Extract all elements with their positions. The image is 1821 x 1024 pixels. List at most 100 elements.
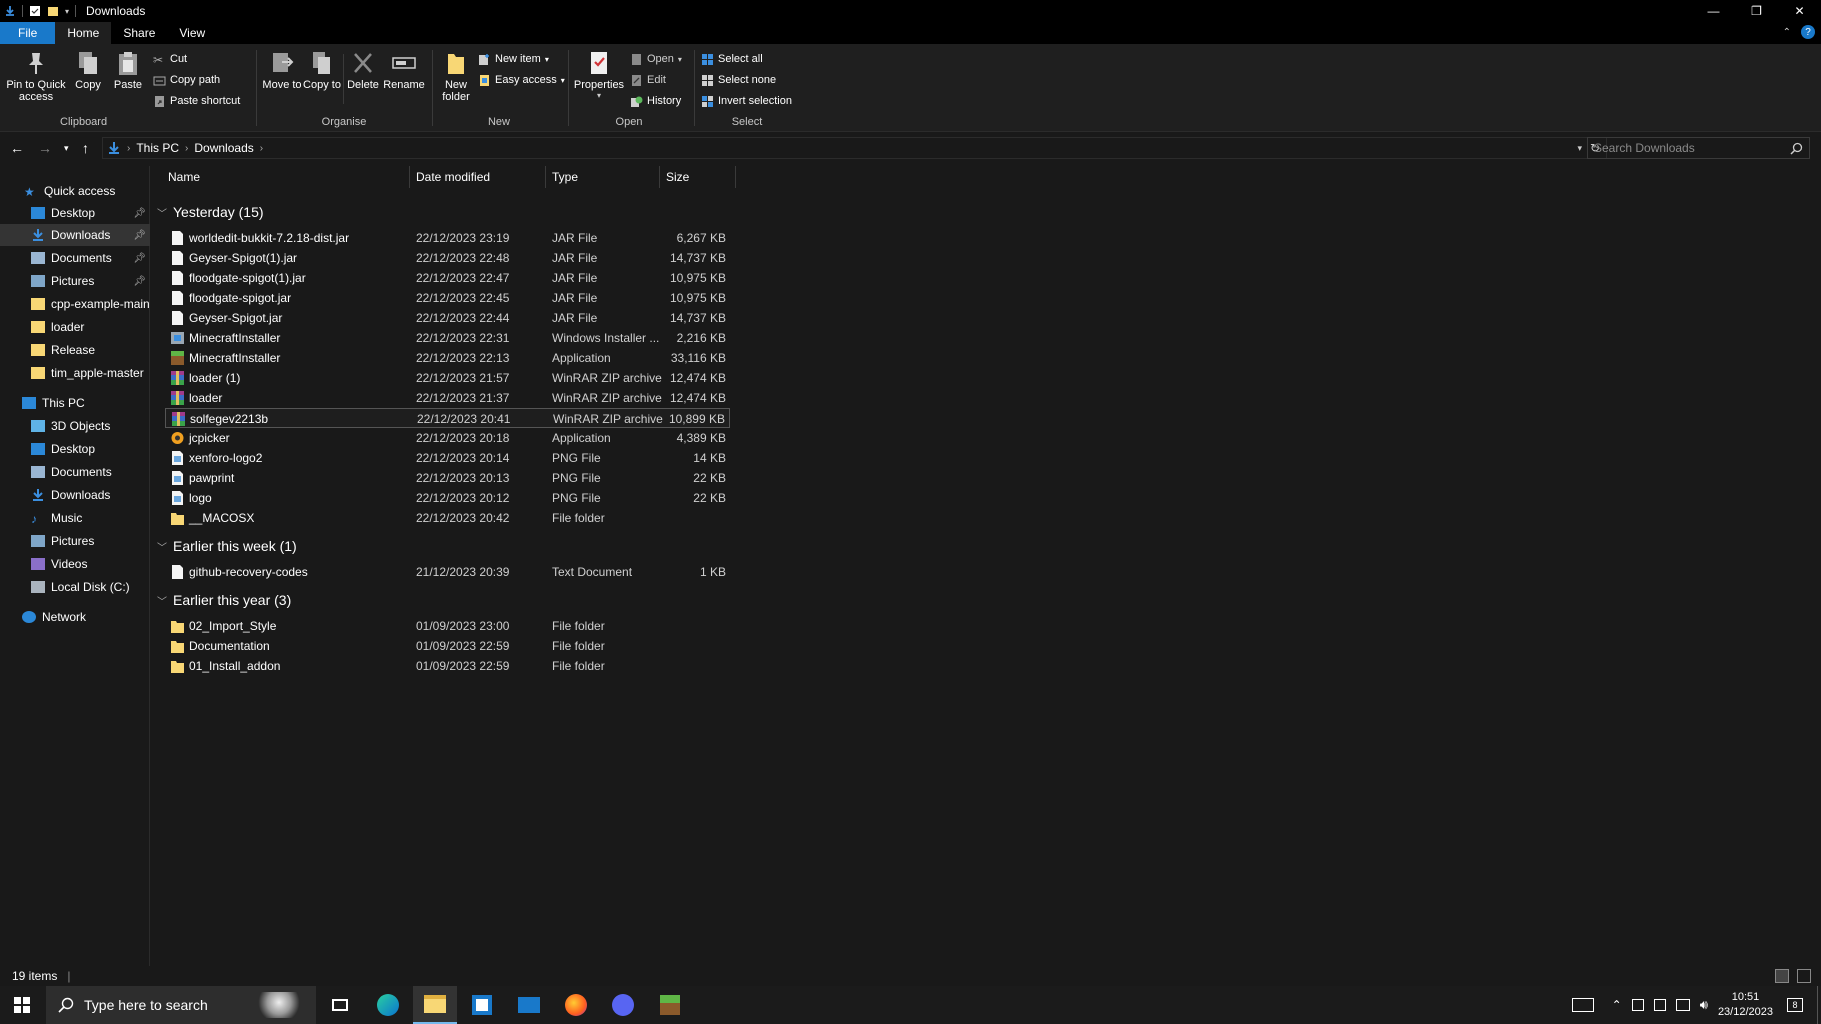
paste-button[interactable]: Paste [106, 50, 150, 91]
column-header-name[interactable]: Name [162, 166, 402, 188]
invert-selection-button[interactable]: Invert selection [701, 92, 792, 110]
firefox-icon[interactable] [554, 986, 598, 1024]
pin-icon[interactable]: 📌︎ [133, 230, 146, 241]
new-item-button[interactable]: New item ▾ [478, 50, 549, 68]
cut-button[interactable]: ✂ Cut [153, 50, 187, 68]
file-row[interactable]: Geyser-Spigot.jar 22/12/2023 22:44 JAR Fil… [165, 308, 730, 328]
nav-item-pc-documents[interactable]: Documents [0, 461, 150, 483]
breadcrumb-chevron-icon[interactable]: › [127, 143, 130, 154]
up-arrow-icon[interactable]: ↑ [82, 140, 89, 156]
help-icon[interactable]: ? [1801, 25, 1815, 39]
file-row[interactable]: floodgate-spigot(1).jar 22/12/2023 22:47 J… [165, 268, 730, 288]
copy-button[interactable]: Copy [66, 50, 110, 91]
nav-quick-access[interactable]: ★ Quick access [24, 180, 144, 202]
keyboard-icon[interactable] [1571, 998, 1594, 1012]
breadcrumb-chevron-icon[interactable]: › [185, 143, 188, 154]
new-folder-icon[interactable] [47, 5, 59, 17]
file-row[interactable]: pawprint 22/12/2023 20:13 PNG File 22 KB [165, 468, 730, 488]
nav-item-downloads[interactable]: Downloads 📌︎ [0, 224, 150, 246]
nav-this-pc[interactable]: This PC [22, 392, 142, 414]
chevron-down-icon[interactable]: ﹀ [157, 539, 167, 554]
taskbar-search-input[interactable]: Type here to search [46, 986, 316, 1024]
task-view-icon[interactable] [318, 986, 362, 1024]
history-button[interactable]: History [630, 92, 681, 110]
tab-view[interactable]: View [167, 22, 217, 44]
address-box[interactable]: › This PC › Downloads › ▾ ↻ [102, 137, 1607, 159]
file-row[interactable]: github-recovery-codes 21/12/2023 20:39 Tex… [165, 562, 730, 582]
pin-icon[interactable]: 📌︎ [133, 208, 146, 219]
device-icon[interactable] [1653, 999, 1666, 1011]
file-row[interactable]: Documentation 01/09/2023 22:59 File folder [165, 636, 730, 656]
nav-item-pc-downloads[interactable]: Downloads [0, 484, 150, 506]
large-icons-view-icon[interactable] [1797, 969, 1811, 983]
tab-share[interactable]: Share [111, 22, 167, 44]
file-row[interactable]: xenforo-logo2 22/12/2023 20:14 PNG File 14 … [165, 448, 730, 468]
file-row[interactable]: MinecraftInstaller 22/12/2023 22:13 Applic… [165, 348, 730, 368]
column-header-size[interactable]: Size [660, 166, 734, 188]
collapse-ribbon-icon[interactable]: ⌃ [1783, 27, 1791, 38]
file-row[interactable]: solfegev2213b 22/12/2023 20:41 WinRAR ZIP … [165, 408, 730, 428]
back-arrow-icon[interactable]: ← [10, 140, 24, 156]
show-desktop-button[interactable] [1817, 986, 1821, 1024]
column-header-date[interactable]: Date modified [410, 166, 545, 188]
nav-item-local-disk[interactable]: Local Disk (C:) [0, 576, 150, 598]
file-row[interactable]: floodgate-spigot.jar 22/12/2023 22:45 JAR … [165, 288, 730, 308]
nav-item-pictures[interactable]: Pictures 📌︎ [0, 270, 150, 292]
search-input[interactable]: Search Downloads [1587, 137, 1810, 159]
restore-button[interactable]: ❐ [1735, 0, 1778, 22]
recent-locations-chevron-icon[interactable]: ▾ [64, 143, 69, 154]
easy-access-button[interactable]: Easy access ▾ [478, 71, 565, 89]
column-separator[interactable] [735, 166, 736, 188]
nav-item-release[interactable]: Release [0, 339, 150, 361]
file-row[interactable]: logo 22/12/2023 20:12 PNG File 22 KB [165, 488, 730, 508]
breadcrumb-this-pc[interactable]: This PC [136, 141, 179, 155]
delete-button[interactable]: Delete [340, 50, 386, 91]
paste-shortcut-button[interactable]: Paste shortcut [153, 92, 240, 110]
group-header[interactable]: ﹀ Earlier this week (1) [157, 538, 297, 554]
discord-icon[interactable] [601, 986, 645, 1024]
breadcrumb-chevron-icon[interactable]: › [260, 143, 263, 154]
nav-item-pc-pictures[interactable]: Pictures [0, 530, 150, 552]
file-row[interactable]: MinecraftInstaller 22/12/2023 22:31 Window… [165, 328, 730, 348]
breadcrumb-downloads[interactable]: Downloads [194, 141, 253, 155]
nav-item-videos[interactable]: Videos [0, 553, 150, 575]
properties-icon[interactable] [29, 5, 41, 17]
nav-item-tim-apple-master[interactable]: tim_apple-master [0, 362, 150, 384]
nav-item-3d-objects[interactable]: 3D Objects [0, 415, 150, 437]
select-all-button[interactable]: Select all [701, 50, 763, 68]
qat-dropdown-icon[interactable]: ▾ [65, 7, 69, 16]
new-folder-button[interactable]: New folder [433, 50, 479, 103]
minimize-button[interactable]: — [1692, 0, 1735, 22]
file-row[interactable]: worldedit-bukkit-7.2.18-dist.jar 22/12/20… [165, 228, 730, 248]
chevron-down-icon[interactable]: ﹀ [157, 593, 167, 608]
file-row[interactable]: loader (1) 22/12/2023 21:57 WinRAR ZIP arc… [165, 368, 730, 388]
pin-icon[interactable]: 📌︎ [133, 276, 146, 287]
tab-file[interactable]: File [0, 22, 56, 44]
nav-item-pc-desktop[interactable]: Desktop [0, 438, 150, 460]
file-row[interactable]: Geyser-Spigot(1).jar 22/12/2023 22:48 JAR … [165, 248, 730, 268]
edge-icon[interactable] [366, 986, 410, 1024]
copy-to-button[interactable]: Copy to [299, 50, 345, 91]
notifications-icon[interactable]: 8 [1787, 998, 1803, 1012]
nav-item-documents[interactable]: Documents 📌︎ [0, 247, 150, 269]
tab-home[interactable]: Home [55, 22, 112, 44]
store-icon[interactable] [460, 986, 504, 1024]
file-row[interactable]: __MACOSX 22/12/2023 20:42 File folder [165, 508, 730, 528]
file-row[interactable]: 02_Import_Style 01/09/2023 23:00 File fold… [165, 616, 730, 636]
nav-item-cpp-example-main[interactable]: cpp-example-main [0, 293, 150, 315]
start-button[interactable] [0, 986, 44, 1024]
chevron-down-icon[interactable]: ﹀ [157, 205, 167, 220]
nav-item-music[interactable]: ♪ Music [0, 507, 150, 529]
network-tray-icon[interactable] [1675, 999, 1690, 1011]
show-hidden-icons-chevron-icon[interactable]: ⌃ [1612, 998, 1622, 1012]
properties-button[interactable]: Properties ▾ [571, 50, 627, 100]
pin-icon[interactable]: 📌︎ [133, 253, 146, 264]
file-row[interactable]: loader 22/12/2023 21:37 WinRAR ZIP archive… [165, 388, 730, 408]
nav-network[interactable]: Network [22, 606, 142, 628]
volume-icon[interactable]: 🔊︎ [1700, 997, 1708, 1013]
details-view-icon[interactable] [1775, 969, 1789, 983]
close-button[interactable]: ✕ [1778, 0, 1821, 22]
file-row[interactable]: 01_Install_addon 01/09/2023 22:59 File fol… [165, 656, 730, 676]
minecraft-icon[interactable] [648, 986, 692, 1024]
rename-button[interactable]: Rename [381, 50, 427, 91]
